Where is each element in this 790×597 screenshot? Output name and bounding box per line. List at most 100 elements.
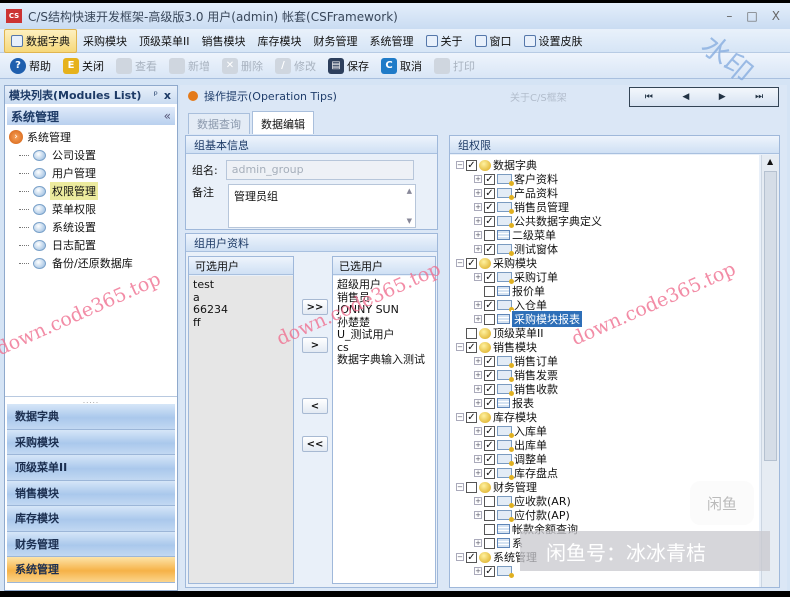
- toolbar-button-6[interactable]: ▤ 保存: [324, 56, 373, 76]
- expand-icon[interactable]: +: [474, 315, 482, 323]
- module-tree-item[interactable]: 系统设置: [9, 218, 173, 236]
- collapse-icon[interactable]: «: [164, 109, 171, 123]
- last-record-button[interactable]: ⏭: [755, 92, 763, 102]
- menu-item[interactable]: 数据字典: [4, 28, 77, 53]
- checkbox[interactable]: [466, 481, 477, 493]
- tree-node[interactable]: + ✓ 采购订单: [456, 270, 759, 284]
- expand-icon[interactable]: +: [474, 441, 482, 449]
- nav-button[interactable]: 数据字典: [7, 404, 175, 430]
- nav-button[interactable]: 财务管理: [7, 531, 175, 557]
- expand-icon[interactable]: +: [474, 497, 482, 505]
- menu-item[interactable]: 库存模块: [252, 30, 308, 52]
- expand-icon[interactable]: +: [474, 203, 482, 211]
- available-users-list[interactable]: test a 66234 ff: [189, 276, 293, 583]
- nav-button[interactable]: 库存模块: [7, 506, 175, 532]
- toolbar-button-0[interactable]: ? 帮助: [6, 56, 55, 76]
- checkbox[interactable]: ✓: [484, 299, 495, 311]
- menu-item[interactable]: 系统管理: [364, 30, 420, 52]
- toolbar-button-8[interactable]: 打印: [430, 56, 479, 76]
- expand-icon[interactable]: +: [474, 455, 482, 463]
- tree-node[interactable]: − ✓ 数据字典: [456, 158, 759, 172]
- scrollbar-thumb[interactable]: [764, 171, 777, 461]
- expand-icon[interactable]: +: [474, 189, 482, 197]
- tree-node[interactable]: 顶级菜单II: [456, 326, 759, 340]
- tree-node[interactable]: + ✓ 测试窗体: [456, 242, 759, 256]
- expand-icon[interactable]: [474, 525, 482, 533]
- module-tree-item[interactable]: 日志配置: [9, 236, 173, 254]
- tab-0[interactable]: 数据查询: [188, 113, 250, 134]
- tree-node[interactable]: + ✓ 公共数据字典定义: [456, 214, 759, 228]
- remove-all-button[interactable]: <<: [302, 436, 328, 452]
- checkbox[interactable]: ✓: [466, 551, 477, 563]
- group-name-field[interactable]: admin_group: [225, 160, 414, 180]
- expand-icon[interactable]: +: [474, 301, 482, 309]
- collapse-icon[interactable]: −: [456, 343, 464, 351]
- menu-item[interactable]: 销售模块: [196, 30, 252, 52]
- tree-node[interactable]: + ✓ 产品资料: [456, 186, 759, 200]
- scroll-up-icon[interactable]: ▲: [407, 187, 412, 195]
- tree-node[interactable]: + ✓ 销售员管理: [456, 200, 759, 214]
- module-tree-item[interactable]: 公司设置: [9, 146, 173, 164]
- module-tree-item[interactable]: 权限管理: [9, 182, 173, 200]
- module-tree-item[interactable]: 用户管理: [9, 164, 173, 182]
- checkbox[interactable]: [484, 229, 495, 241]
- next-record-button[interactable]: ▶: [719, 92, 726, 102]
- scroll-down-icon[interactable]: ▼: [407, 217, 412, 225]
- checkbox[interactable]: [484, 313, 495, 325]
- checkbox[interactable]: ✓: [484, 383, 495, 395]
- tree-node[interactable]: − ✓ 库存模块: [456, 410, 759, 424]
- checkbox[interactable]: ✓: [466, 411, 477, 423]
- expand-icon[interactable]: +: [474, 371, 482, 379]
- tree-node[interactable]: 报价单: [456, 284, 759, 298]
- checkbox[interactable]: [484, 523, 495, 535]
- menu-item[interactable]: 顶级菜单II: [133, 30, 196, 52]
- tree-node[interactable]: + ✓ 销售收款: [456, 382, 759, 396]
- nav-button[interactable]: 系统管理: [7, 557, 175, 583]
- close-button[interactable]: X: [772, 9, 780, 23]
- collapse-icon[interactable]: −: [456, 161, 464, 169]
- expand-icon[interactable]: +: [474, 399, 482, 407]
- expand-icon[interactable]: +: [474, 273, 482, 281]
- menu-item[interactable]: 财务管理: [308, 30, 364, 52]
- checkbox[interactable]: ✓: [466, 257, 477, 269]
- expand-icon[interactable]: +: [474, 217, 482, 225]
- checkbox[interactable]: [484, 509, 495, 521]
- checkbox[interactable]: ✓: [466, 341, 477, 353]
- tree-node[interactable]: + ✓ 报表: [456, 396, 759, 410]
- expand-icon[interactable]: +: [474, 231, 482, 239]
- expand-icon[interactable]: +: [474, 511, 482, 519]
- panel-close-button[interactable]: x: [164, 89, 171, 102]
- tree-node[interactable]: + ✓ 入仓单: [456, 298, 759, 312]
- collapse-icon[interactable]: −: [456, 259, 464, 267]
- first-record-button[interactable]: ⏮: [645, 92, 653, 102]
- tree-node[interactable]: + ✓ 出库单: [456, 438, 759, 452]
- tree-node[interactable]: + ✓ 入库单: [456, 424, 759, 438]
- module-tree-item[interactable]: 备份/还原数据库: [9, 254, 173, 272]
- collapse-icon[interactable]: −: [456, 413, 464, 421]
- prev-record-button[interactable]: ◀: [682, 92, 689, 102]
- nav-button[interactable]: 销售模块: [7, 480, 175, 506]
- scrollbar[interactable]: ▲: [761, 155, 779, 587]
- checkbox[interactable]: ✓: [484, 187, 495, 199]
- toolbar-button-7[interactable]: C 取消: [377, 56, 426, 76]
- list-item[interactable]: ff: [193, 316, 289, 330]
- checkbox[interactable]: ✓: [484, 453, 495, 465]
- nav-button[interactable]: 采购模块: [7, 429, 175, 455]
- expand-icon[interactable]: +: [474, 385, 482, 393]
- minimize-button[interactable]: –: [726, 9, 732, 23]
- note-field[interactable]: 管理员组 ▲ ▼: [228, 184, 416, 228]
- checkbox[interactable]: ✓: [484, 369, 495, 381]
- nav-button[interactable]: 顶级菜单II: [7, 455, 175, 481]
- checkbox[interactable]: ✓: [484, 271, 495, 283]
- collapse-icon[interactable]: −: [456, 483, 464, 491]
- checkbox[interactable]: ✓: [484, 467, 495, 479]
- add-all-button[interactable]: >>: [302, 299, 328, 315]
- maximize-button[interactable]: □: [746, 9, 757, 23]
- menu-item[interactable]: 采购模块: [77, 30, 133, 52]
- checkbox[interactable]: ✓: [484, 173, 495, 185]
- expand-icon[interactable]: [474, 287, 482, 295]
- tree-node[interactable]: + ✓ 调整单: [456, 452, 759, 466]
- about-link[interactable]: 关于C/S框架: [510, 89, 567, 104]
- checkbox[interactable]: ✓: [484, 565, 495, 577]
- tree-node[interactable]: + ✓ 销售发票: [456, 368, 759, 382]
